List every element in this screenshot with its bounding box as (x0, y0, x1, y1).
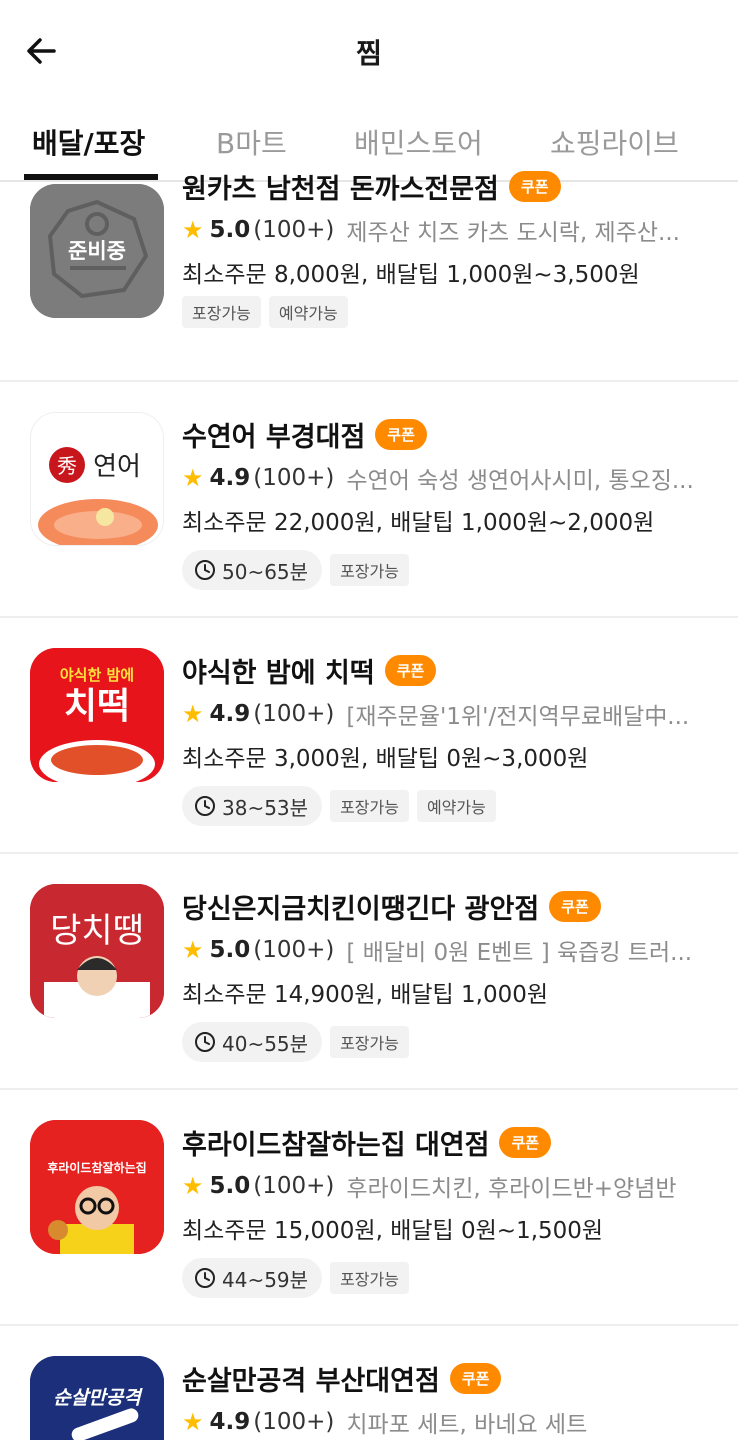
store-name: 수연어 부경대점 (182, 421, 366, 453)
store-logo-icon: 후라이드참잘하는집 (30, 1120, 164, 1254)
clock-icon (195, 1268, 215, 1288)
delivery-time: 44~59분 (222, 1267, 309, 1292)
coupon-badge: 쿠폰 (508, 170, 561, 202)
store-item[interactable]: 후라이드참잘하는집 후라이드참잘하는집 대연점 쿠폰 ★ 5.0 (100+) … (0, 1090, 738, 1326)
delivery-time: 38~53분 (222, 795, 309, 820)
svg-text:치떡: 치떡 (64, 686, 130, 727)
star-icon: ★ (182, 700, 204, 728)
clock-icon (195, 1032, 215, 1052)
store-info: 원카츠 남천점 돈까스전문점 쿠폰 ★ 5.0 (100+) 제주산 치즈 카츠… (182, 166, 718, 328)
star-icon: ★ (182, 216, 204, 244)
tag-pickup: 포장가능 (330, 790, 409, 822)
tag-reservation: 예약가능 (416, 790, 496, 822)
tag-reservation: 예약가능 (268, 296, 348, 328)
rating-value: 4.9 (209, 465, 251, 491)
menu-summary: 치파포 세트, 바네요 세트 (346, 1412, 588, 1438)
review-count: (100+) (253, 465, 335, 491)
menu-summary: [ 배달비 0원 E벤트 ] 육즙킹 트러... (346, 940, 693, 966)
store-item[interactable]: 당치땡 당신은지금치킨이땡긴다 광안점 쿠폰 ★ 5.0 (100+) [ 배달… (0, 854, 738, 1090)
delivery-time: 50~65분 (222, 559, 309, 584)
clock-icon (195, 560, 215, 580)
store-thumbnail: 야식한 밤에 치떡 (30, 648, 164, 782)
star-icon: ★ (182, 936, 204, 964)
store-thumbnail: 순살만공격 (30, 1356, 164, 1440)
store-thumbnail: 秀 연어 (30, 412, 164, 546)
store-name: 원카츠 남천점 돈까스전문점 (182, 173, 499, 205)
order-info: 최소주문 3,000원, 배달팁 0원~3,000원 (182, 746, 589, 772)
svg-text:秀: 秀 (57, 454, 77, 478)
store-item[interactable]: 순살만공격 순살만공격 부산대연점 쿠폰 ★ 4.9 (100+) 치파포 세트… (0, 1326, 738, 1440)
review-count: (100+) (253, 1409, 335, 1435)
menu-summary: [재주문율'1위'/전지역무료배달中... (346, 704, 690, 730)
star-icon: ★ (182, 1172, 204, 1200)
tag-pickup: 포장가능 (330, 554, 409, 586)
coupon-badge: 쿠폰 (384, 654, 437, 686)
store-info: 야식한 밤에 치떡 쿠폰 ★ 4.9 (100+) [재주문율'1위'/전지역무… (182, 650, 718, 826)
store-info: 순살만공격 부산대연점 쿠폰 ★ 4.9 (100+) 치파포 세트, 바네요 … (182, 1358, 718, 1440)
delivery-time-chip: 38~53분 (182, 786, 323, 826)
tab-shopping-live[interactable]: 쇼핑라이브 (550, 122, 679, 162)
star-icon: ★ (182, 464, 204, 492)
rating-value: 5.0 (209, 937, 251, 963)
store-thumbnail: 당치땡 (30, 884, 164, 1018)
review-count: (100+) (253, 1173, 335, 1199)
rating-value: 4.9 (209, 701, 251, 727)
store-logo-icon: 준비중 (30, 184, 164, 318)
svg-text:당치땡: 당치땡 (50, 911, 144, 951)
tag-pickup: 포장가능 (182, 296, 261, 328)
delivery-time-chip: 50~65분 (182, 550, 323, 590)
coupon-badge: 쿠폰 (499, 1126, 552, 1158)
store-item[interactable]: 秀 연어 수연어 부경대점 쿠폰 ★ 4.9 (100+) 수연어 숙성 생연어… (0, 382, 738, 618)
store-thumbnail: 준비중 (30, 184, 164, 318)
svg-text:후라이드참잘하는집: 후라이드참잘하는집 (47, 1160, 146, 1175)
review-count: (100+) (253, 701, 335, 727)
store-logo-icon: 순살만공격 (30, 1356, 164, 1440)
menu-summary: 후라이드치킨, 후라이드반+양념반 (346, 1176, 677, 1202)
store-name: 당신은지금치킨이땡긴다 광안점 (182, 893, 540, 925)
store-logo-icon: 야식한 밤에 치떡 (30, 648, 164, 782)
store-info: 후라이드참잘하는집 대연점 쿠폰 ★ 5.0 (100+) 후라이드치킨, 후라… (182, 1122, 718, 1298)
coupon-badge: 쿠폰 (549, 890, 601, 922)
store-name: 후라이드참잘하는집 대연점 (182, 1129, 490, 1161)
store-logo-icon: 당치땡 (30, 884, 164, 1018)
coupon-badge: 쿠폰 (375, 418, 427, 450)
order-info: 최소주문 22,000원, 배달팁 1,000원~2,000원 (182, 510, 655, 536)
star-icon: ★ (182, 1408, 204, 1436)
order-info: 최소주문 15,000원, 배달팁 0원~1,500원 (182, 1218, 604, 1244)
tab-bmart[interactable]: B마트 (216, 122, 287, 162)
review-count: (100+) (253, 937, 335, 963)
rating-value: 5.0 (209, 1173, 251, 1199)
coupon-badge: 쿠폰 (449, 1362, 502, 1394)
store-item[interactable]: 야식한 밤에 치떡 야식한 밤에 치떡 쿠폰 ★ 4.9 (100+) [재주문… (0, 618, 738, 854)
svg-text:연어: 연어 (93, 452, 141, 482)
rating-value: 5.0 (209, 217, 251, 243)
delivery-time-chip: 44~59분 (182, 1258, 323, 1298)
tag-pickup: 포장가능 (330, 1026, 409, 1058)
delivery-time-chip: 40~55분 (182, 1022, 323, 1062)
review-count: (100+) (253, 217, 335, 243)
svg-text:야식한 밤에: 야식한 밤에 (60, 666, 134, 684)
store-logo-icon: 秀 연어 (31, 413, 163, 545)
app-header: 찜 (0, 0, 738, 104)
svg-text:준비중: 준비중 (68, 239, 126, 263)
order-info: 최소주문 8,000원, 배달팁 1,000원~3,500원 (182, 262, 640, 288)
menu-summary: 수연어 숙성 생연어사시미, 통오징... (346, 468, 694, 494)
store-info: 수연어 부경대점 쿠폰 ★ 4.9 (100+) 수연어 숙성 생연어사시미, … (182, 414, 718, 590)
store-item[interactable]: 준비중 원카츠 남천점 돈까스전문점 쿠폰 ★ 5.0 (100+) 제주산 치… (0, 162, 738, 382)
tab-delivery[interactable]: 배달/포장 (32, 122, 145, 162)
store-thumbnail: 후라이드참잘하는집 (30, 1120, 164, 1254)
page-title: 찜 (356, 37, 382, 70)
tag-pickup: 포장가능 (330, 1262, 409, 1294)
store-name: 야식한 밤에 치떡 (182, 657, 375, 689)
rating-value: 4.9 (209, 1409, 251, 1435)
delivery-time: 40~55분 (222, 1031, 309, 1056)
clock-icon (195, 796, 215, 816)
svg-text:순살만공격: 순살만공격 (53, 1387, 143, 1409)
order-info: 최소주문 14,900원, 배달팁 1,000원 (182, 982, 549, 1008)
store-info: 당신은지금치킨이땡긴다 광안점 쿠폰 ★ 5.0 (100+) [ 배달비 0원… (182, 886, 718, 1062)
menu-summary: 제주산 치즈 카츠 도시락, 제주산... (346, 220, 680, 246)
store-name: 순살만공격 부산대연점 (182, 1365, 440, 1397)
tab-baemin-store[interactable]: 배민스토어 (354, 122, 483, 162)
